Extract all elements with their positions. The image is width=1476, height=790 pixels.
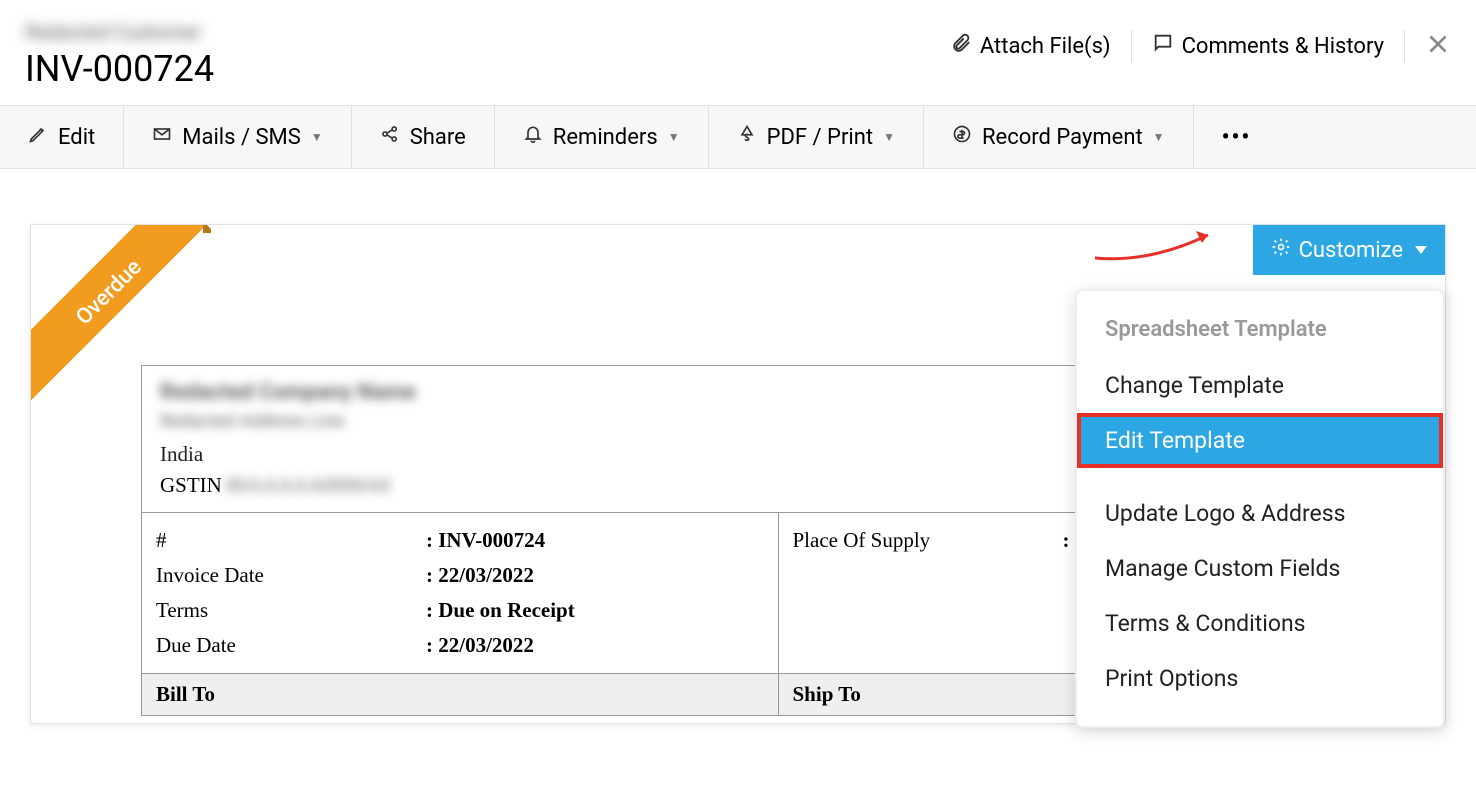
invoice-number-title: INV-000724 — [25, 48, 214, 90]
edit-button[interactable]: Edit — [0, 106, 124, 168]
share-button[interactable]: Share — [352, 106, 495, 168]
caret-down-icon: ▼ — [1153, 130, 1165, 144]
comments-label: Comments & History — [1182, 34, 1384, 59]
close-button[interactable] — [1425, 31, 1451, 61]
attach-files-button[interactable]: Attach File(s) — [950, 32, 1111, 60]
close-icon — [1425, 31, 1451, 57]
more-actions-button[interactable]: ••• — [1194, 106, 1280, 168]
bill-to-header: Bill To — [142, 674, 778, 715]
menu-print-options[interactable]: Print Options — [1077, 651, 1443, 706]
menu-change-template[interactable]: Change Template — [1077, 358, 1443, 413]
customize-dropdown: Spreadsheet Template Change Template Edi… — [1075, 289, 1445, 728]
action-toolbar: Edit Mails / SMS ▼ Share Reminders ▼ PDF… — [0, 105, 1476, 169]
comments-history-button[interactable]: Comments & History — [1152, 32, 1384, 60]
field-invoice-date-value: : 22/03/2022 — [426, 563, 534, 588]
pdf-print-button[interactable]: PDF / Print ▼ — [709, 106, 924, 168]
annotation-arrow — [1090, 213, 1220, 277]
paperclip-icon — [950, 32, 972, 60]
pdf-icon — [737, 124, 757, 150]
field-due-date-value: : 22/03/2022 — [426, 633, 534, 658]
overdue-label: Overdue — [31, 225, 210, 393]
menu-manage-custom-fields[interactable]: Manage Custom Fields — [1077, 541, 1443, 596]
field-hash-label: # — [156, 528, 426, 553]
bell-icon — [523, 124, 543, 150]
field-terms-value: : Due on Receipt — [426, 598, 575, 623]
menu-terms-conditions[interactable]: Terms & Conditions — [1077, 596, 1443, 651]
customize-button[interactable]: Customize — [1253, 225, 1445, 275]
field-hash-value: : INV-000724 — [426, 528, 545, 553]
pencil-icon — [28, 124, 48, 150]
comment-icon — [1152, 32, 1174, 60]
record-payment-button[interactable]: Record Payment ▼ — [924, 106, 1194, 168]
payment-icon — [952, 124, 972, 150]
separator — [1131, 30, 1132, 62]
menu-update-logo[interactable]: Update Logo & Address — [1077, 486, 1443, 541]
caret-down-icon: ▼ — [668, 130, 680, 144]
gstin-value-obscured: 00AAAAA0000A0 — [226, 473, 391, 497]
overdue-ribbon: Overdue — [31, 225, 211, 405]
caret-down-icon — [1415, 246, 1427, 254]
menu-edit-template[interactable]: Edit Template — [1077, 413, 1443, 468]
caret-down-icon: ▼ — [883, 130, 895, 144]
separator — [1404, 30, 1405, 62]
invoice-preview-card: Overdue Customize Spreadsheet Template C… — [30, 224, 1446, 724]
reminders-button[interactable]: Reminders ▼ — [495, 106, 709, 168]
mails-sms-button[interactable]: Mails / SMS ▼ — [124, 106, 351, 168]
caret-down-icon: ▼ — [311, 130, 323, 144]
envelope-icon — [152, 124, 172, 150]
gstin-label: GSTIN — [160, 473, 222, 497]
customer-name-obscured: Redacted Customer — [25, 20, 214, 44]
field-place-of-supply-label: Place Of Supply — [793, 528, 1063, 553]
gear-icon — [1271, 237, 1291, 263]
more-icon: ••• — [1222, 125, 1252, 150]
field-due-date-label: Due Date — [156, 633, 426, 658]
field-terms-label: Terms — [156, 598, 426, 623]
share-icon — [380, 124, 400, 150]
dropdown-section-header: Spreadsheet Template — [1077, 311, 1443, 358]
field-invoice-date-label: Invoice Date — [156, 563, 426, 588]
attach-label: Attach File(s) — [980, 34, 1111, 59]
